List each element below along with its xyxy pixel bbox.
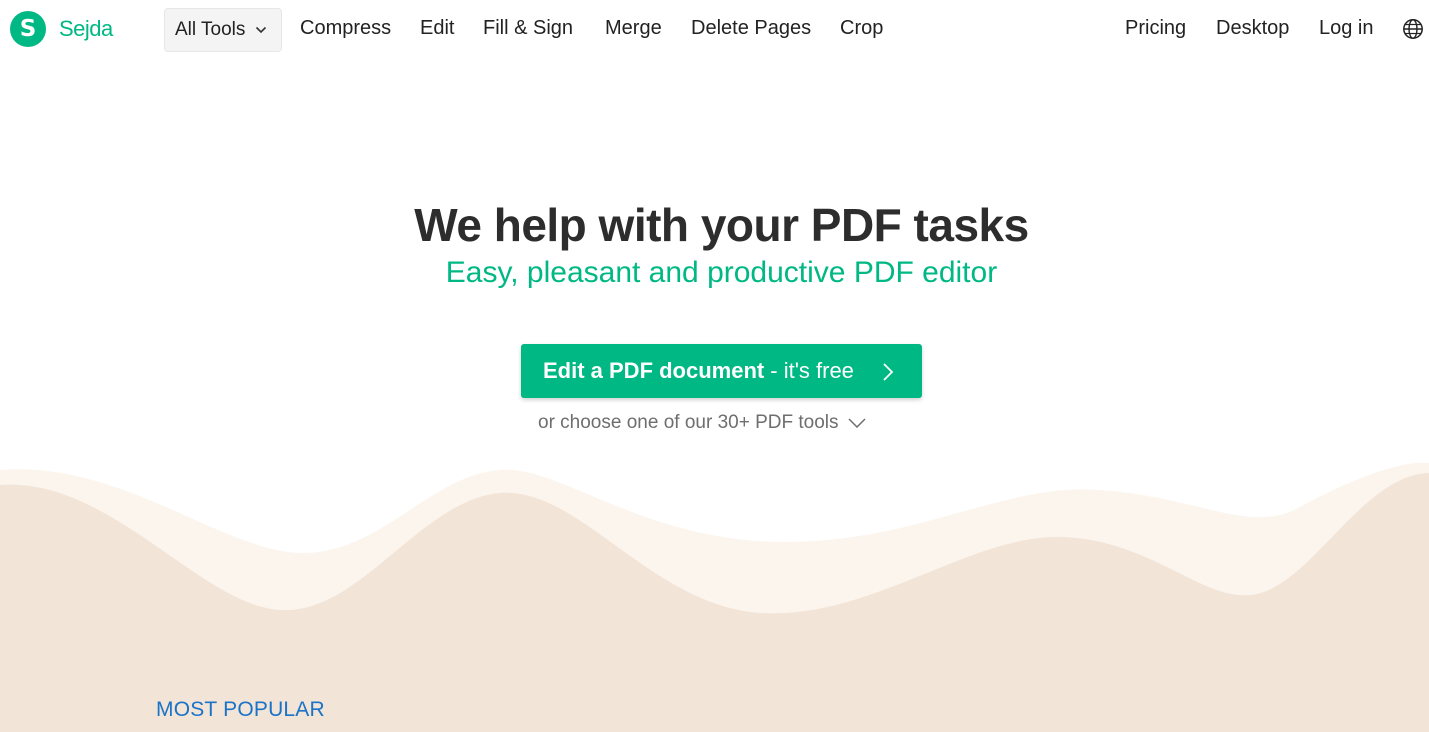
all-tools-label: All Tools [175, 19, 246, 40]
nav-link-merge[interactable]: Merge [605, 17, 662, 43]
nav-link-crop[interactable]: Crop [840, 17, 883, 43]
globe-icon[interactable] [1402, 18, 1424, 40]
choose-tools-text: or choose one of our 30+ PDF tools [538, 412, 839, 433]
nav-link-pricing[interactable]: Pricing [1125, 17, 1186, 43]
cta-secondary-text: - it's free [770, 358, 854, 383]
nav-link-desktop[interactable]: Desktop [1216, 17, 1289, 43]
nav-link-delete-pages[interactable]: Delete Pages [691, 17, 811, 43]
most-popular-heading: MOST POPULAR [156, 698, 325, 721]
page: S Sejda All Tools Compress Edit Fill & S… [0, 0, 1429, 732]
hero-subtitle: Easy, pleasant and productive PDF editor [445, 256, 998, 289]
sejda-logo[interactable]: S Sejda [10, 11, 113, 47]
decorative-waves [0, 462, 1429, 732]
chevron-down-icon [256, 26, 267, 34]
top-navigation-bar: S Sejda All Tools Compress Edit Fill & S… [0, 0, 1429, 60]
nav-link-edit[interactable]: Edit [420, 17, 454, 43]
cta-primary-text: Edit a PDF document [543, 358, 765, 383]
chevron-right-icon [883, 363, 894, 381]
chevron-down-icon [848, 418, 867, 428]
edit-pdf-button[interactable]: Edit a PDF document - it's free [521, 344, 922, 398]
all-tools-dropdown[interactable]: All Tools [164, 8, 282, 52]
choose-tools-link[interactable]: or choose one of our 30+ PDF tools [538, 412, 867, 434]
logo-text: Sejda [59, 16, 113, 41]
nav-link-login[interactable]: Log in [1319, 17, 1374, 43]
nav-link-compress[interactable]: Compress [300, 17, 391, 43]
logo-mark: S [10, 11, 46, 47]
hero-title: We help with your PDF tasks [414, 199, 1029, 251]
nav-link-fill-and-sign[interactable]: Fill & Sign [483, 17, 573, 43]
